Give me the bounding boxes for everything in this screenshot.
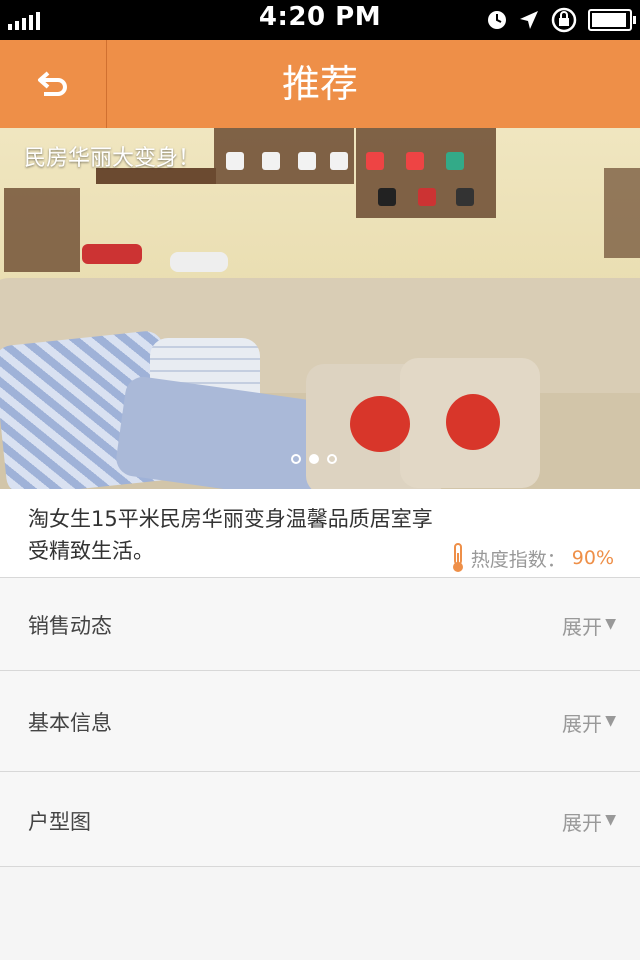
alarm-icon [488,11,506,29]
page-title: 推荐 [281,62,358,106]
section-label: 销售动态 [28,614,112,638]
carousel-indicator [291,454,337,464]
rotation-lock-icon [551,7,577,33]
carousel-dot[interactable] [327,454,337,464]
description-panel: 淘女生15平米民房华丽变身温馨品质居室享受精致生活。 热度指数： 90% [0,489,640,578]
section-label: 基本信息 [28,711,112,735]
carousel-dot[interactable] [291,454,301,464]
heat-label: 热度指数： [470,548,566,571]
heat-value: 90% [571,547,614,569]
battery-icon [588,9,636,31]
expand-button[interactable]: 展开 [562,708,602,737]
description-text: 淘女生15平米民房华丽变身温馨品质居室享受精致生活。 [28,507,433,563]
chevron-down-icon: ▼ [605,812,616,828]
location-icon [520,11,538,29]
section-row-sales[interactable]: 销售动态 展开 ▼ [0,578,640,671]
section-row-floor-plan[interactable]: 户型图 展开 ▼ [0,772,640,867]
thermometer-icon [452,543,463,572]
nav-bar: 推荐 [0,40,640,128]
status-bar: 4:20 PM [0,0,640,40]
section-label: 户型图 [28,810,91,834]
section-row-basic-info[interactable]: 基本信息 展开 ▼ [0,671,640,772]
banner-carousel[interactable]: 民房华丽大变身！ [0,128,640,489]
chevron-down-icon: ▼ [605,616,616,632]
carousel-dot-active[interactable] [309,454,319,464]
chevron-down-icon: ▼ [605,713,616,729]
heat-index: 热度指数： 90% [451,543,614,573]
expand-button[interactable]: 展开 [562,611,602,640]
expand-button[interactable]: 展开 [562,807,602,836]
banner-caption: 民房华丽大变身！ [24,146,201,171]
